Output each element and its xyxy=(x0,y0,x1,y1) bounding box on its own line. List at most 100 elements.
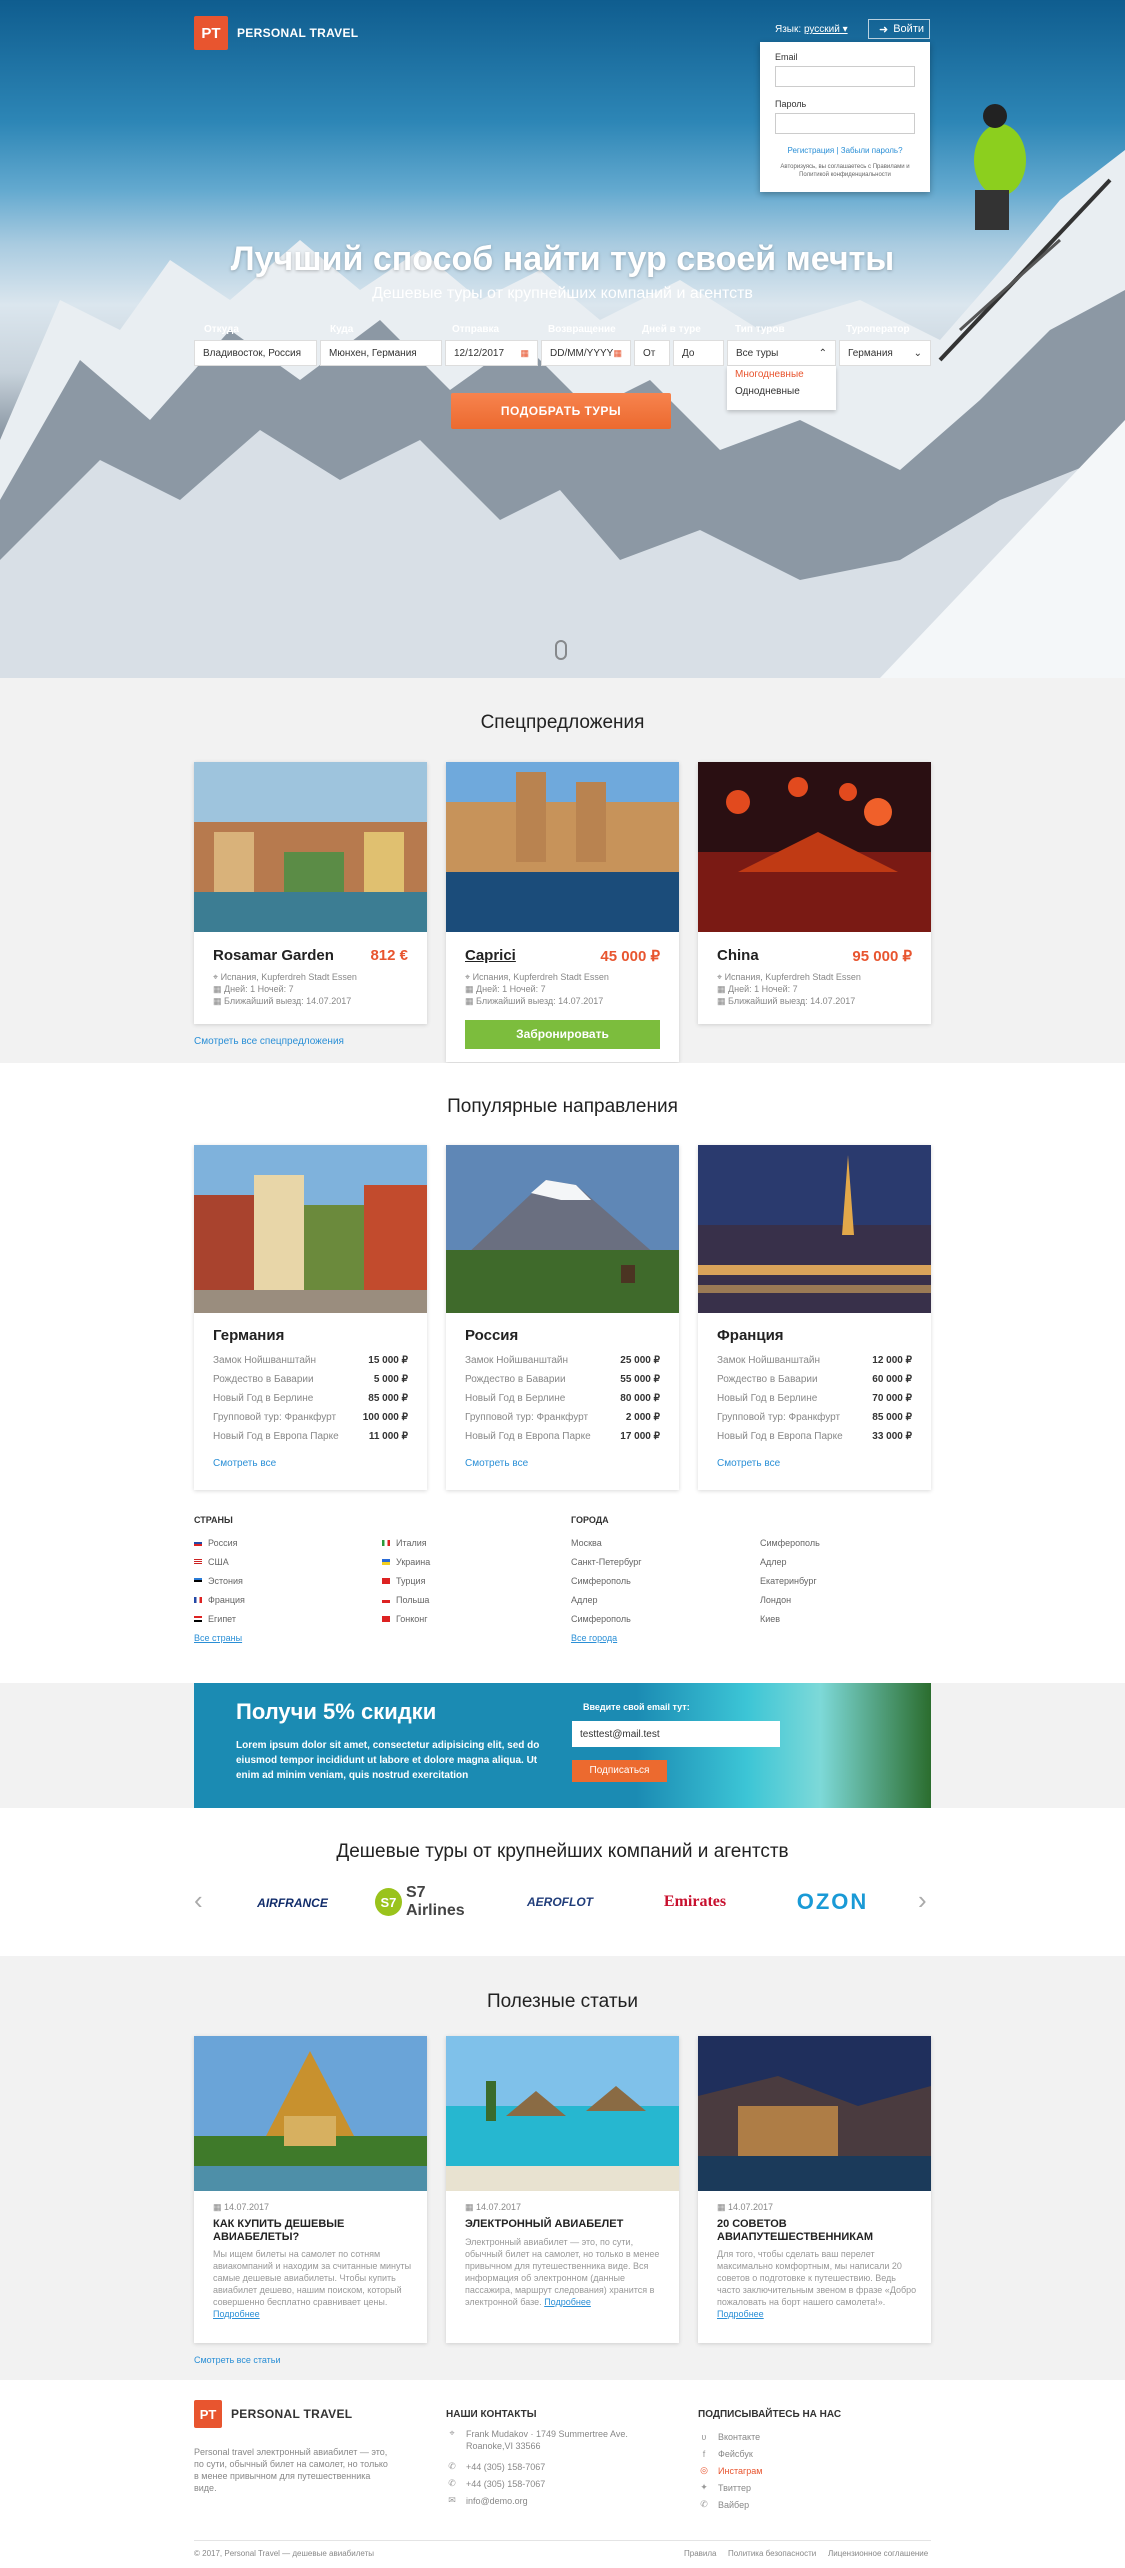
tour-row[interactable]: Рождество в Баварии 55 000 ₽ xyxy=(465,1374,660,1393)
tour-row[interactable]: Групповой тур: Франкфурт 2 000 ₽ xyxy=(465,1412,660,1431)
article-title[interactable]: ЭЛЕКТРОННЫЙ АВИАБЕЛЕТ xyxy=(465,2218,655,2231)
footer-link-security[interactable]: Политика безопасности xyxy=(728,2548,816,2560)
country-link[interactable]: Франция xyxy=(194,1590,364,1609)
tour-row[interactable]: Групповой тур: Франкфурт 85 000 ₽ xyxy=(717,1412,912,1431)
language-value[interactable]: русский ▾ xyxy=(804,24,848,35)
subscribe-button[interactable]: Подписаться xyxy=(572,1760,667,1782)
tour-type-option[interactable]: Однодневные xyxy=(727,383,836,400)
article-more-link[interactable]: Подробнее xyxy=(213,2309,260,2319)
partner-logo-aeroflot[interactable]: AEROFLOT xyxy=(510,1888,610,1916)
to-input[interactable]: Мюнхен, Германия xyxy=(320,340,442,366)
city-link[interactable]: Симферополь xyxy=(760,1533,930,1552)
city-link[interactable]: Киев xyxy=(760,1609,930,1628)
social-link-instagram[interactable]: ◎ Инстаграм xyxy=(698,2462,898,2479)
footer-logo[interactable]: PT PERSONAL TRAVEL xyxy=(194,2400,352,2428)
partner-logo-ozon[interactable]: OZON xyxy=(785,1886,880,1918)
calendar-icon[interactable]: ▦ xyxy=(613,348,622,359)
tour-row[interactable]: Новый Год в Европа Парке 33 000 ₽ xyxy=(717,1431,912,1450)
depart-date-input[interactable]: 12/12/2017 ▦ xyxy=(445,340,538,366)
tour-type-select[interactable]: Все туры ⌃ xyxy=(727,340,836,366)
contact-phone[interactable]: ✆ +44 (305) 158-7067 xyxy=(446,2458,646,2475)
book-button[interactable]: Забронировать xyxy=(465,1020,660,1049)
tour-row[interactable]: Новый Год в Берлине 80 000 ₽ xyxy=(465,1393,660,1412)
partner-logo-emirates[interactable]: Emirates xyxy=(645,1888,745,1916)
tour-row[interactable]: Замок Нойшванштайн 15 000 ₽ xyxy=(213,1355,408,1374)
tour-row[interactable]: Новый Год в Европа Парке 11 000 ₽ xyxy=(213,1431,408,1450)
special-card-active[interactable]: Caprici 45 000 ₽ ⌖ Испания, Kupferdreh S… xyxy=(446,762,679,1062)
city-link[interactable]: Адлер xyxy=(571,1590,741,1609)
country-link[interactable]: Гонконг xyxy=(382,1609,552,1628)
social-link-vk[interactable]: ʋ Вконтакте xyxy=(698,2428,898,2445)
all-specials-link[interactable]: Смотреть все спецпредложения xyxy=(194,1036,344,1047)
operator-select[interactable]: Германия ⌄ xyxy=(839,340,931,366)
days-from-input[interactable]: От xyxy=(634,340,670,366)
social-link-twitter[interactable]: ✦ Твиттер xyxy=(698,2479,898,2496)
city-link[interactable]: Санкт-Петербург xyxy=(571,1552,741,1571)
destination-card[interactable]: Франция Замок Нойшванштайн 12 000 ₽ Рожде… xyxy=(698,1145,931,1490)
from-input[interactable]: Владивосток, Россия xyxy=(194,340,317,366)
special-card[interactable]: China 95 000 ₽ ⌖ Испания, Kupferdreh Sta… xyxy=(698,762,931,1024)
article-card[interactable]: ▦ 14.07.2017 ЭЛЕКТРОННЫЙ АВИАБЕЛЕТ Элект… xyxy=(446,2036,679,2343)
city-link[interactable]: Адлер xyxy=(760,1552,930,1571)
country-link[interactable]: США xyxy=(194,1552,364,1571)
password-field[interactable] xyxy=(775,113,915,134)
all-articles-link[interactable]: Смотреть все статьи xyxy=(194,2355,281,2365)
tour-row[interactable]: Новый Год в Европа Парке 17 000 ₽ xyxy=(465,1431,660,1450)
login-button[interactable]: ➜ Войти xyxy=(868,19,930,39)
city-link[interactable]: Симферополь xyxy=(571,1609,741,1628)
destination-name[interactable]: Франция xyxy=(717,1327,784,1344)
article-more-link[interactable]: Подробнее xyxy=(717,2309,764,2319)
destination-name[interactable]: Россия xyxy=(465,1327,518,1344)
social-link-viber[interactable]: ✆ Вайбер xyxy=(698,2496,898,2513)
city-link[interactable]: Москва xyxy=(571,1533,741,1552)
country-link[interactable]: Эстония xyxy=(194,1571,364,1590)
country-link[interactable]: Италия xyxy=(382,1533,552,1552)
special-card[interactable]: Rosamar Garden 812 € ⌖ Испания, Kupferdr… xyxy=(194,762,427,1024)
all-countries-link[interactable]: Все страны xyxy=(194,1633,242,1643)
footer-link-license[interactable]: Лицензионное соглашение xyxy=(828,2548,928,2560)
country-link[interactable]: Турция xyxy=(382,1571,552,1590)
days-to-input[interactable]: До xyxy=(673,340,724,366)
destination-card[interactable]: Германия Замок Нойшванштайн 15 000 ₽ Рожд… xyxy=(194,1145,427,1490)
chevron-right-icon[interactable]: › xyxy=(918,1885,927,1916)
destination-card[interactable]: Россия Замок Нойшванштайн 25 000 ₽ Рождес… xyxy=(446,1145,679,1490)
tour-row[interactable]: Новый Год в Берлине 70 000 ₽ xyxy=(717,1393,912,1412)
country-link[interactable]: Египет xyxy=(194,1609,364,1628)
tour-row[interactable]: Групповой тур: Франкфурт 100 000 ₽ xyxy=(213,1412,408,1431)
special-name[interactable]: China xyxy=(717,947,759,964)
return-date-input[interactable]: DD/MM/YYYY ▦ xyxy=(541,340,631,366)
find-tours-button[interactable]: ПОДОБРАТЬ ТУРЫ xyxy=(451,393,671,429)
tour-type-option[interactable]: Многодневные xyxy=(727,366,836,383)
article-card[interactable]: ▦ 14.07.2017 20 СОВЕТОВ АВИАПУТЕШЕСТВЕНН… xyxy=(698,2036,931,2343)
tour-row[interactable]: Рождество в Баварии 60 000 ₽ xyxy=(717,1374,912,1393)
tour-row[interactable]: Замок Нойшванштайн 12 000 ₽ xyxy=(717,1355,912,1374)
city-link[interactable]: Екатеринбург xyxy=(760,1571,930,1590)
scroll-down-icon[interactable] xyxy=(555,640,567,660)
country-link[interactable]: Украина xyxy=(382,1552,552,1571)
destination-see-all-link[interactable]: Смотреть все xyxy=(465,1458,528,1469)
country-link[interactable]: Польша xyxy=(382,1590,552,1609)
article-title[interactable]: 20 СОВЕТОВ АВИАПУТЕШЕСТВЕННИКАМ xyxy=(717,2218,887,2244)
special-name[interactable]: Caprici xyxy=(465,947,516,964)
footer-link-rules[interactable]: Правила xyxy=(684,2548,716,2560)
promo-email-input[interactable]: testtest@mail.test xyxy=(572,1721,780,1747)
logo[interactable]: PT PERSONAL TRAVEL xyxy=(194,16,358,50)
tour-row[interactable]: Новый Год в Берлине 85 000 ₽ xyxy=(213,1393,408,1412)
chevron-left-icon[interactable]: ‹ xyxy=(194,1885,203,1916)
tour-row[interactable]: Замок Нойшванштайн 25 000 ₽ xyxy=(465,1355,660,1374)
article-more-link[interactable]: Подробнее xyxy=(544,2297,591,2307)
email-field[interactable] xyxy=(775,66,915,87)
partner-logo-s7[interactable]: S7 S7 Airlines xyxy=(375,1884,485,1919)
social-link-facebook[interactable]: f Фейсбук xyxy=(698,2445,898,2462)
tour-row[interactable]: Рождество в Баварии 5 000 ₽ xyxy=(213,1374,408,1393)
contact-phone[interactable]: ✆ +44 (305) 158-7067 xyxy=(446,2475,646,2492)
all-cities-link[interactable]: Все города xyxy=(571,1633,617,1643)
destination-name[interactable]: Германия xyxy=(213,1327,284,1344)
destination-see-all-link[interactable]: Смотреть все xyxy=(717,1458,780,1469)
city-link[interactable]: Лондон xyxy=(760,1590,930,1609)
article-title[interactable]: КАК КУПИТЬ ДЕШЕВЫЕ АВИАБЕЛЕТЫ? xyxy=(213,2218,373,2244)
language-selector[interactable]: Язык: русский ▾ xyxy=(775,24,848,35)
special-name[interactable]: Rosamar Garden xyxy=(213,947,334,964)
article-card[interactable]: ▦ 14.07.2017 КАК КУПИТЬ ДЕШЕВЫЕ АВИАБЕЛЕ… xyxy=(194,2036,427,2343)
calendar-icon[interactable]: ▦ xyxy=(520,348,529,359)
